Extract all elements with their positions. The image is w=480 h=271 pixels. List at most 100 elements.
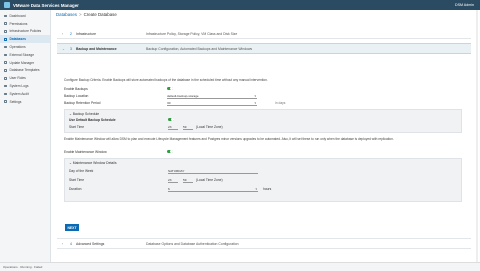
breadcrumb-databases-link[interactable]: Databases (56, 12, 77, 17)
sidebar-item-user-roles[interactable]: User Roles (0, 74, 50, 82)
sidebar-item-label: Settings (9, 99, 22, 104)
app-header: VMware Data Services Manager DSM Admin (0, 0, 480, 10)
sidebar-item-databases[interactable]: Databases (0, 35, 50, 44)
backup-start-minute[interactable]: 59 (183, 125, 193, 130)
enable-maintenance-toggle[interactable] (167, 150, 173, 153)
maintenance-details-header[interactable]: ⌄ Maintenance Window Details (69, 161, 117, 165)
chevron-down-icon: ▾ (255, 187, 257, 191)
step-name: Advanced Settings (76, 241, 105, 246)
backup-intro: Configure Backup Criteria. Enable Backup… (64, 78, 268, 82)
sidebar-item-label: Database Templates (9, 68, 40, 73)
enable-backups-label: Enable Backups (64, 87, 88, 91)
sidebar-item-system-audit[interactable]: System Audit (0, 90, 50, 98)
sidebar-item-system-logs[interactable]: System Logs (0, 82, 50, 90)
sidebar-item-label: Dashboard (9, 13, 26, 18)
backup-timezone: (Local Time Zone) (196, 125, 223, 129)
step-name: Backup and Maintenance (76, 46, 117, 51)
nav-icon (4, 14, 7, 18)
next-button[interactable]: NEXT (65, 224, 79, 231)
sidebar-item-database-templates[interactable]: Database Templates (0, 67, 50, 75)
sidebar-item-label: User Roles (9, 76, 26, 81)
sidebar-item-settings[interactable]: Settings (0, 98, 50, 106)
sidebar-item-label: Operations (9, 45, 26, 50)
sidebar-item-dashboard[interactable]: Dashboard (0, 12, 50, 20)
backup-retention-value: 30 (167, 101, 171, 105)
maintenance-start-hour[interactable]: 23 (168, 178, 178, 183)
maintenance-timezone: (Local Time Zone) (196, 178, 223, 182)
nav-icon (4, 30, 7, 33)
maintenance-details-section: ⌄ Maintenance Window Details Day of the … (64, 158, 462, 202)
nav-icon (4, 77, 7, 80)
sidebar-item-label: Update Manager (9, 60, 35, 65)
chevron-down-icon: ⌄ (62, 46, 65, 51)
user-menu[interactable]: DSM Admin (455, 3, 474, 7)
chevron-right-icon: › (62, 31, 64, 36)
app-title: VMware Data Services Manager (13, 2, 79, 8)
maintenance-details-title: Maintenance Window Details (72, 161, 117, 165)
chevron-down-icon: ▾ (254, 101, 256, 105)
breadcrumb-separator: > (79, 12, 82, 17)
scrollbar[interactable] (476, 10, 478, 262)
backup-schedule-section: ⌄ Backup Schedule Use Default Backup Sch… (64, 109, 462, 133)
breadcrumb: Databases > Create Database (51, 10, 471, 19)
sidebar-item-label: System Logs (9, 84, 29, 89)
sidebar-item-label: External Storage (9, 52, 35, 57)
duration-label: Duration (69, 187, 82, 191)
nav-icon (4, 61, 7, 64)
backup-retention-label: Backup Retention Period (64, 101, 101, 105)
step-infrastructure[interactable]: › 2 Infrastructure Infrastructure Policy… (57, 29, 471, 39)
chevron-right-icon: › (62, 241, 64, 246)
nav-icon (4, 100, 7, 103)
backup-schedule-header[interactable]: ⌄ Backup Schedule (69, 112, 99, 116)
nav-icon (4, 38, 7, 41)
nav-icon (4, 45, 7, 49)
maintenance-start-label: Start Time (69, 178, 85, 182)
duration-unit: hours (263, 187, 272, 191)
vmware-logo-icon (4, 2, 10, 8)
duration-select[interactable]: 6 ▾ (168, 187, 258, 192)
sidebar: Dashboard Permissions Infrastructure Polic… (0, 10, 51, 264)
sidebar-item-permissions[interactable]: Permissions (0, 20, 50, 28)
sidebar-item-label: System Audit (9, 91, 29, 96)
retention-unit: in days (275, 101, 286, 105)
nav-icon (4, 92, 7, 96)
default-schedule-label: Use Default Backup Schedule (69, 118, 116, 122)
backup-start-label: Start Time (69, 125, 85, 129)
nav-icon (4, 84, 7, 88)
backup-location-select[interactable]: default-backup-storage ▾ (167, 94, 257, 99)
backup-maintenance-panel: Configure Backup Criteria. Enable Backup… (57, 54, 471, 244)
nav-icon (4, 22, 7, 25)
sidebar-item-external-storage[interactable]: External Storage (0, 51, 50, 59)
status-text: Operations · Running · Failed (3, 265, 43, 269)
step-advanced-settings[interactable]: › 4 Advanced Settings Database Options a… (57, 238, 471, 249)
sidebar-item-label: Infrastructure Policies (9, 29, 42, 34)
day-of-week-label: Day of the Week (69, 169, 94, 173)
default-schedule-toggle[interactable] (168, 118, 174, 121)
step-summary: Database Options and Database Authentica… (146, 241, 239, 246)
backup-retention-input[interactable]: 30 ▾ (167, 101, 257, 106)
backup-location-value: default-backup-storage (167, 94, 199, 98)
step-summary: Infrastructure Policy, Storage Policy, V… (146, 31, 238, 36)
chevron-down-icon: ▾ (254, 94, 256, 98)
maintenance-start-minute[interactable]: 59 (183, 178, 193, 183)
backup-location-label: Backup Location (64, 94, 89, 98)
step-name: Infrastructure (76, 31, 96, 36)
page-title: Create Database (83, 12, 117, 17)
sidebar-item-update-manager[interactable]: Update Manager (0, 59, 50, 67)
backup-schedule-title: Backup Schedule (72, 112, 100, 116)
nav-icon (4, 53, 7, 57)
step-summary: Backup Configuration, Automated Backups … (146, 46, 253, 51)
sidebar-item-label: Databases (9, 37, 27, 42)
nav-icon (4, 69, 7, 72)
enable-backups-toggle[interactable] (167, 87, 173, 90)
step-backup-maintenance[interactable]: ⌄ 3 Backup and Maintenance Backup Config… (57, 43, 471, 54)
duration-value: 6 (168, 187, 170, 191)
main-content: Databases > Create Database › 2 Infrastr… (51, 10, 471, 262)
sidebar-item-infrastructure-policies[interactable]: Infrastructure Policies (0, 28, 50, 36)
maintenance-intro: Enable Maintenance Window will allow DSM… (64, 137, 394, 141)
sidebar-item-operations[interactable]: Operations (0, 43, 50, 51)
backup-start-hour[interactable]: 23 (168, 125, 178, 130)
enable-maintenance-label: Enable Maintenance Window (64, 150, 107, 154)
day-of-week-input[interactable]: SATURDAY (168, 169, 258, 174)
sidebar-item-label: Permissions (9, 21, 28, 26)
